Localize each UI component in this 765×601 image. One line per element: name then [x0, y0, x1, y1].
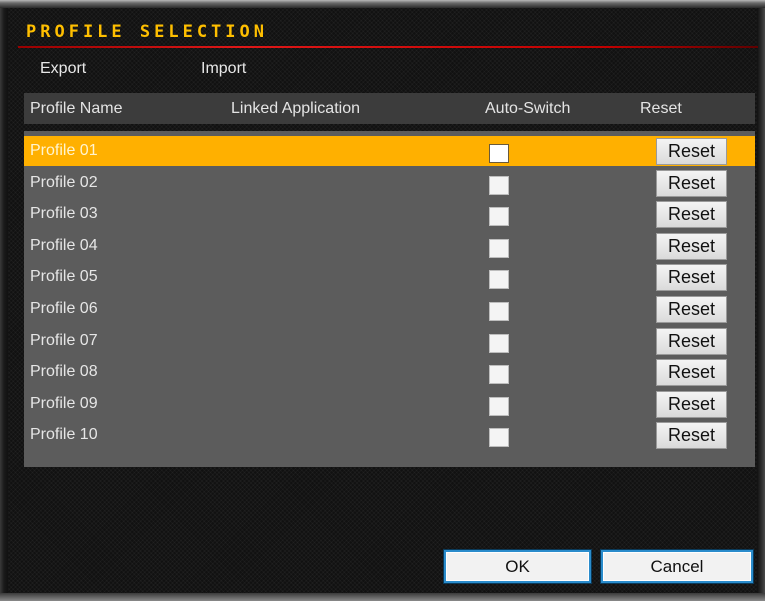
- auto-switch-checkbox[interactable]: [489, 270, 509, 289]
- dialog-title: PROFILE SELECTION: [26, 22, 268, 42]
- dialog-frame: PROFILE SELECTION Export Import Profile …: [0, 0, 765, 601]
- column-header-linked-application: Linked Application: [231, 100, 360, 117]
- profile-name: Profile 06: [30, 300, 98, 317]
- ok-button[interactable]: OK: [444, 550, 591, 583]
- reset-button[interactable]: Reset: [656, 201, 727, 228]
- reset-button[interactable]: Reset: [656, 170, 727, 197]
- cancel-button[interactable]: Cancel: [601, 550, 753, 583]
- reset-button[interactable]: Reset: [656, 359, 727, 386]
- auto-switch-checkbox[interactable]: [489, 176, 509, 195]
- column-header-auto-switch: Auto-Switch: [485, 100, 571, 117]
- profile-name: Profile 02: [30, 174, 98, 191]
- profile-name: Profile 10: [30, 426, 98, 443]
- reset-button[interactable]: Reset: [656, 296, 727, 323]
- table-row[interactable]: Profile 07 Reset: [24, 326, 755, 356]
- auto-switch-checkbox[interactable]: [489, 428, 509, 447]
- table-row[interactable]: Profile 05 Reset: [24, 262, 755, 292]
- auto-switch-checkbox[interactable]: [489, 302, 509, 321]
- auto-switch-checkbox[interactable]: [489, 334, 509, 353]
- auto-switch-checkbox[interactable]: [489, 365, 509, 384]
- profile-name: Profile 04: [30, 237, 98, 254]
- table-row[interactable]: Profile 08 Reset: [24, 357, 755, 387]
- profile-name: Profile 07: [30, 332, 98, 349]
- table-row[interactable]: Profile 01 Reset: [24, 136, 755, 166]
- reset-button[interactable]: Reset: [656, 233, 727, 260]
- table-row[interactable]: Profile 04 Reset: [24, 231, 755, 261]
- reset-button[interactable]: Reset: [656, 138, 727, 165]
- auto-switch-checkbox[interactable]: [489, 397, 509, 416]
- import-menu-item[interactable]: Import: [201, 60, 246, 78]
- title-divider: [18, 46, 758, 48]
- reset-button[interactable]: Reset: [656, 264, 727, 291]
- frame-top-bevel: [0, 0, 765, 8]
- profile-name: Profile 01: [30, 142, 98, 159]
- profile-name: Profile 08: [30, 363, 98, 380]
- export-menu-item[interactable]: Export: [40, 60, 86, 78]
- table-header: Profile Name Linked Application Auto-Swi…: [24, 93, 755, 124]
- auto-switch-checkbox[interactable]: [489, 239, 509, 258]
- reset-button[interactable]: Reset: [656, 391, 727, 418]
- frame-bottom-bevel: [0, 593, 765, 601]
- reset-button[interactable]: Reset: [656, 328, 727, 355]
- profile-name: Profile 03: [30, 205, 98, 222]
- table-row[interactable]: Profile 02 Reset: [24, 168, 755, 198]
- table-row[interactable]: Profile 06 Reset: [24, 294, 755, 324]
- table-row[interactable]: Profile 10 Reset: [24, 420, 755, 450]
- reset-button[interactable]: Reset: [656, 422, 727, 449]
- table-row[interactable]: Profile 09 Reset: [24, 389, 755, 419]
- column-header-profile-name: Profile Name: [30, 100, 123, 117]
- profile-name: Profile 09: [30, 395, 98, 412]
- table-row[interactable]: Profile 03 Reset: [24, 199, 755, 229]
- auto-switch-checkbox[interactable]: [489, 144, 509, 163]
- profile-table: Profile 01 Reset Profile 02 Reset Profile 03…: [24, 131, 755, 467]
- column-header-reset: Reset: [640, 100, 682, 117]
- auto-switch-checkbox[interactable]: [489, 207, 509, 226]
- profile-name: Profile 05: [30, 268, 98, 285]
